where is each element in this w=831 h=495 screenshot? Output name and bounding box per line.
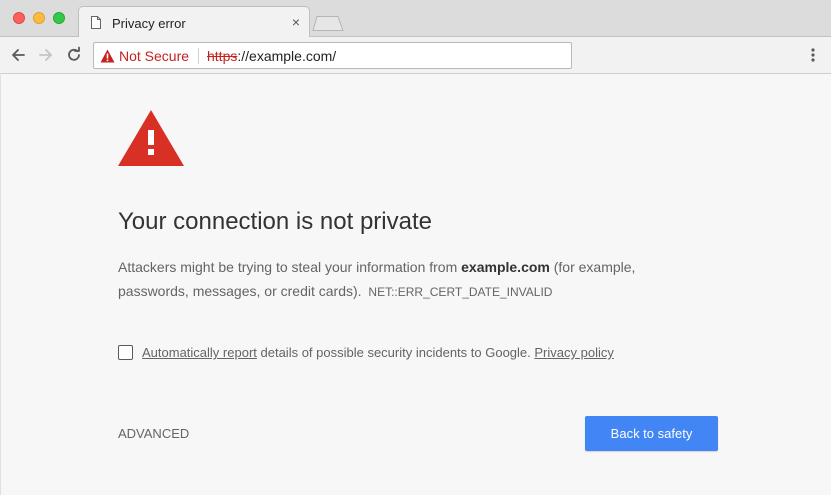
advanced-button[interactable]: ADVANCED [118,426,189,441]
report-label: Automatically report details of possible… [142,345,614,360]
tab-close-icon[interactable]: × [289,14,303,30]
back-to-safety-button[interactable]: Back to safety [585,416,718,451]
arrow-left-icon[interactable] [9,46,27,64]
reload-icon[interactable] [65,46,83,64]
url-scheme: https [207,48,238,64]
window-minimize-button[interactable] [33,12,45,24]
new-tab-button[interactable] [312,16,344,31]
report-checkbox[interactable] [118,345,133,360]
privacy-policy-link[interactable]: Privacy policy [534,345,613,360]
error-code: NET::ERR_CERT_DATE_INVALID [368,285,553,299]
tab-title: Privacy error [112,16,186,31]
tab-strip: Privacy error × [0,0,831,38]
page-icon [91,16,101,29]
description-domain: example.com [461,259,550,275]
url-host: ://example.com/ [237,48,337,64]
page-title: Your connection is not private [118,208,432,235]
url-text[interactable]: https://example.com/ [207,48,336,64]
browser-toolbar: Not Secure https://example.com/ [0,37,831,74]
error-page: Your connection is not private Attackers… [0,75,831,495]
vertical-dots-icon[interactable] [806,46,820,64]
warning-triangle-icon [118,110,184,166]
address-bar[interactable]: Not Secure https://example.com/ [93,42,572,69]
not-secure-label[interactable]: Not Secure [119,48,189,64]
automatically-report-link[interactable]: Automatically report [142,345,257,360]
arrow-right-icon[interactable] [37,46,55,64]
report-details-text: details of possible security incidents t… [256,345,535,360]
tab-privacy-error[interactable]: Privacy error × [78,6,310,38]
window-close-button[interactable] [13,12,25,24]
description-text-start: Attackers might be trying to steal your … [118,259,462,275]
omnibox-divider [198,48,199,64]
warning-triangle-icon[interactable] [100,49,115,63]
error-description: Attackers might be trying to steal your … [118,255,698,304]
window-maximize-button[interactable] [53,12,65,24]
